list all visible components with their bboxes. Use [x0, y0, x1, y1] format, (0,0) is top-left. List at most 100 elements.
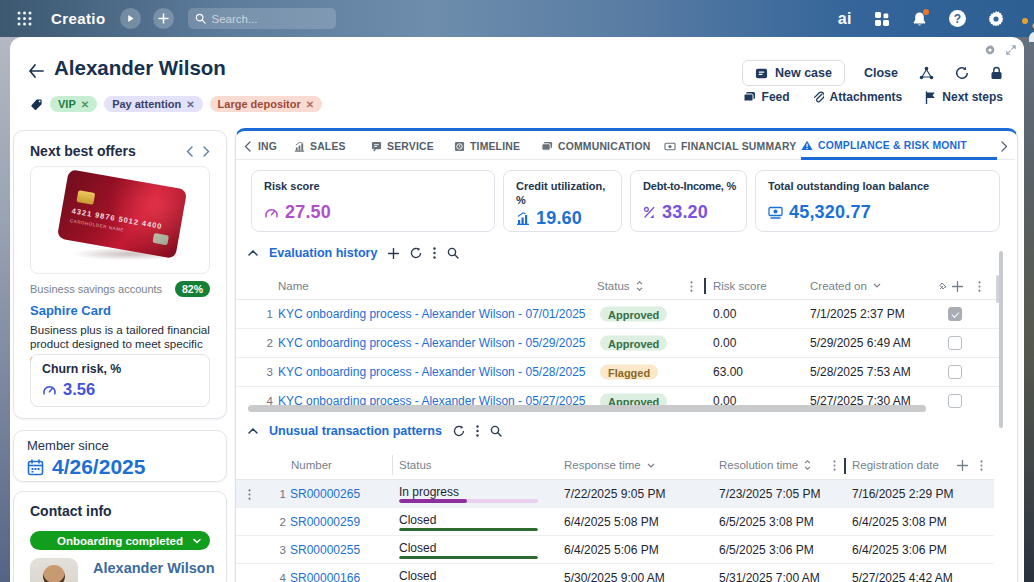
add-record-icon[interactable]	[388, 248, 399, 259]
kebab-menu-icon[interactable]	[476, 425, 479, 437]
add-column-icon[interactable]	[952, 281, 963, 292]
record-link[interactable]: KYC onboarding process - Alexander Wilso…	[278, 336, 586, 350]
copilot-ai-icon[interactable]: ai	[838, 10, 852, 28]
search-icon[interactable]	[490, 425, 502, 437]
column-status[interactable]: Status	[597, 280, 643, 292]
frozen-column-divider	[844, 458, 846, 474]
tag-vip[interactable]: VIP✕	[50, 96, 97, 112]
back-button[interactable]	[28, 64, 44, 78]
process-icon[interactable]	[919, 66, 934, 80]
remove-tag-icon[interactable]: ✕	[186, 99, 194, 110]
horizontal-scrollbar[interactable]	[248, 405, 926, 412]
refresh-icon[interactable]	[453, 425, 465, 437]
row-menu-icon[interactable]	[248, 489, 251, 500]
tab-communication[interactable]: COMMUNICATION	[541, 133, 650, 160]
column-risk-score[interactable]: Risk score	[713, 280, 767, 292]
tag-icon[interactable]	[30, 98, 43, 111]
column-number[interactable]: Number	[291, 459, 332, 471]
column-response-time[interactable]: Response time	[564, 459, 655, 471]
tab-service[interactable]: SERVICE	[371, 133, 434, 160]
column-status[interactable]: Status	[399, 459, 432, 471]
new-case-button[interactable]: New case	[742, 60, 845, 86]
row-checkbox[interactable]	[948, 336, 962, 350]
kebab-menu-icon[interactable]	[433, 247, 436, 259]
tabs-scroll-left-icon[interactable]	[244, 141, 251, 152]
workplaces-grid-icon[interactable]	[874, 11, 890, 27]
record-link[interactable]: KYC onboarding process - Alexander Wilso…	[278, 307, 586, 321]
record-link[interactable]: SR00000255	[290, 543, 360, 557]
tab-timeline[interactable]: TIMELINE	[454, 133, 520, 160]
user-status-dot	[1022, 18, 1028, 24]
add-button[interactable]	[153, 8, 174, 29]
table-row[interactable]: 2 SR00000259 Closed 6/4/2025 5:08 PM 6/5…	[236, 508, 994, 536]
onboarding-status-button[interactable]: Onboarding completed	[30, 531, 210, 550]
sort-icon	[636, 281, 643, 291]
creatio-logo: Creatio	[51, 10, 105, 27]
table-row[interactable]: 3 SR00000255 Closed 6/4/2025 5:06 PM 6/5…	[236, 536, 994, 564]
run-process-button[interactable]	[120, 8, 141, 29]
record-link[interactable]: SR00000259	[290, 515, 360, 529]
evaluation-history-title[interactable]: Evaluation history	[269, 246, 377, 260]
offer-match-badge: 82%	[175, 281, 210, 297]
column-name[interactable]: Name	[278, 280, 309, 292]
remove-tag-icon[interactable]: ✕	[306, 99, 314, 110]
page-settings-gear-icon[interactable]	[985, 45, 995, 55]
contact-info-title: Contact info	[30, 503, 210, 519]
record-link[interactable]: SR00000265	[290, 487, 360, 501]
panel-scrollbar[interactable]	[999, 251, 1003, 428]
tab-compliance-risk-monitoring[interactable]: COMPLIANCE & RISK MONIT	[801, 133, 997, 160]
unusual-transactions-title[interactable]: Unusual transaction patterns	[269, 424, 442, 438]
collapse-chevron-icon[interactable]	[248, 250, 258, 256]
record-link[interactable]: SR00000166	[290, 571, 360, 582]
tabs-scroll-right-icon[interactable]	[1001, 141, 1008, 152]
expand-icon[interactable]	[1006, 45, 1016, 55]
row-checkbox[interactable]	[948, 365, 962, 379]
app-launcher-icon[interactable]	[17, 11, 32, 26]
tag-pay-attention[interactable]: Pay attention✕	[104, 96, 202, 112]
chevron-down-icon	[193, 538, 201, 544]
remove-tag-icon[interactable]: ✕	[81, 99, 89, 110]
table-row[interactable]: 1 SR00000265 In progress 7/22/2025 9:05 …	[236, 480, 994, 508]
global-search[interactable]	[188, 8, 336, 29]
lock-icon[interactable]	[990, 66, 1003, 80]
column-resolution-time[interactable]: Resolution time	[719, 459, 811, 471]
tab-ing[interactable]: ING	[258, 133, 277, 160]
feed-button[interactable]: Feed	[743, 90, 790, 104]
search-input[interactable]	[211, 13, 311, 25]
tag-large-depositor[interactable]: Large depositor✕	[210, 96, 323, 112]
header-menu-icon[interactable]	[980, 460, 983, 471]
column-menu-icon[interactable]	[690, 281, 693, 292]
next-offer-icon[interactable]	[203, 146, 210, 157]
refresh-icon[interactable]	[410, 247, 422, 259]
attachments-button[interactable]: Attachments	[813, 90, 903, 104]
column-created-on[interactable]: Created on	[810, 280, 881, 292]
add-column-icon[interactable]	[957, 460, 968, 471]
collapse-chevron-icon[interactable]	[248, 428, 258, 434]
close-button[interactable]: Close	[864, 66, 898, 80]
sort-desc-icon	[873, 283, 881, 288]
row-checkbox[interactable]	[948, 307, 962, 321]
tab-sales[interactable]: SALES	[294, 133, 346, 160]
help-icon[interactable]: ?	[949, 10, 966, 27]
status-badge: Approved	[600, 336, 667, 351]
table-row[interactable]: 2 KYC onboarding process - Alexander Wil…	[236, 329, 1003, 358]
settings-gear-icon[interactable]	[988, 11, 1004, 27]
header-menu-icon[interactable]	[978, 281, 981, 292]
record-link[interactable]: KYC onboarding process - Alexander Wilso…	[278, 365, 586, 379]
column-menu-icon[interactable]	[833, 460, 836, 471]
next-steps-button[interactable]: Next steps	[925, 90, 1003, 104]
member-since-label: Member since	[27, 438, 213, 453]
table-row[interactable]: 4 SR00000166 Closed 5/30/2025 9:00 AM 5/…	[236, 564, 994, 582]
offer-product-link[interactable]: Saphire Card	[30, 303, 210, 318]
refresh-icon[interactable]	[955, 66, 969, 80]
table-row[interactable]: 1 KYC onboarding process - Alexander Wil…	[236, 300, 1003, 329]
search-icon[interactable]	[447, 247, 459, 259]
notifications-bell-icon[interactable]	[912, 11, 927, 27]
tab-financial-summary[interactable]: FINANCIAL SUMMARY	[664, 133, 796, 160]
row-checkbox[interactable]	[948, 394, 962, 408]
unusual-transactions-section-header: Unusual transaction patterns	[248, 424, 502, 438]
table-row[interactable]: 3 KYC onboarding process - Alexander Wil…	[236, 358, 1003, 387]
column-registration-date[interactable]: Registration date	[852, 459, 939, 471]
pin-column-icon[interactable]	[939, 282, 947, 290]
prev-offer-icon[interactable]	[186, 146, 193, 157]
